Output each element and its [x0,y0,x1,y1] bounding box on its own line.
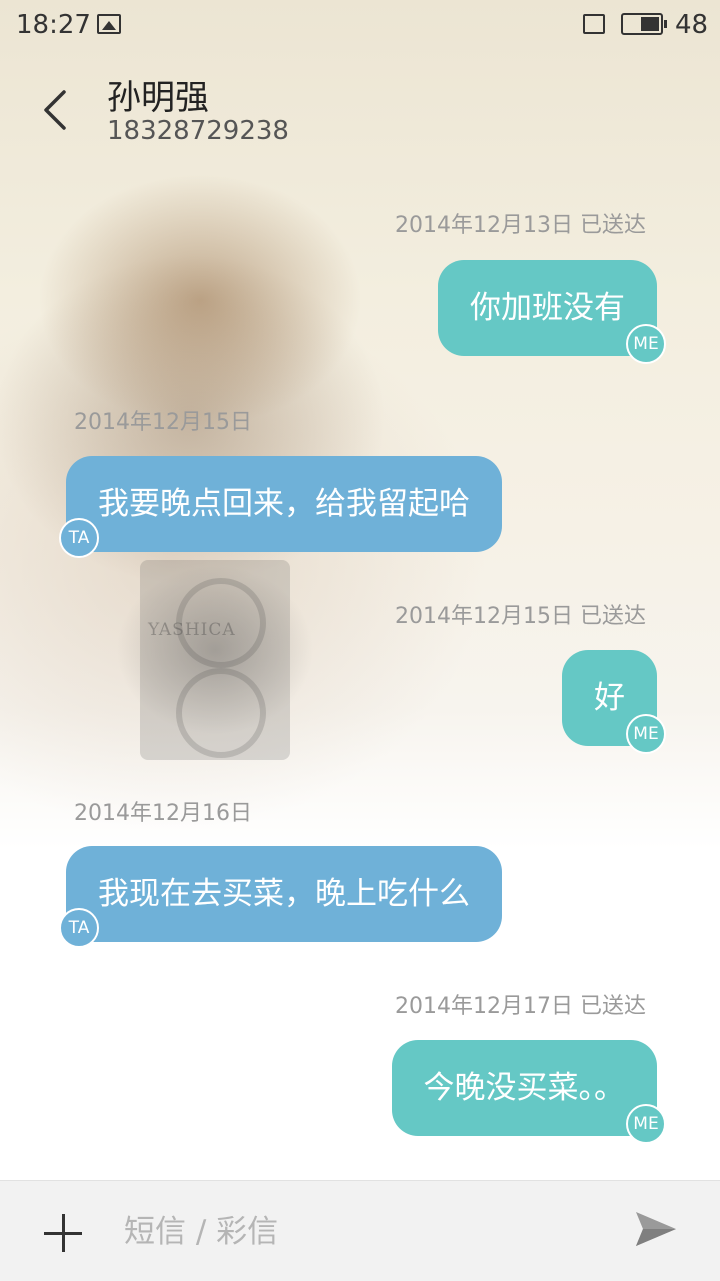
message-meta: 2014年12月17日 已送达 [395,994,646,1019]
message-bubble-sent[interactable]: 今晚没买菜。。 [391,1040,657,1136]
avatar-me[interactable]: ME [626,1104,666,1144]
compose-bar [0,1180,720,1281]
camera-illustration: YASHICA [140,560,290,760]
message-meta: 2014年12月15日 已送达 [395,604,646,629]
plus-icon[interactable] [44,1214,82,1252]
status-time: 18:27 [16,10,91,40]
message-meta: 2014年12月15日 [74,410,252,435]
message-bubble-received[interactable]: 我要晚点回来，给我留起哈 [66,456,502,552]
avatar-ta[interactable]: TA [59,908,99,948]
avatar-me[interactable]: ME [626,714,666,754]
message-input[interactable] [122,1203,596,1261]
message-bubble-received[interactable]: 我现在去买菜，晚上吃什么 [66,846,502,942]
contact-name: 孙明强 [107,78,209,118]
back-button[interactable] [38,88,78,132]
status-bar: 18:27 48 [0,0,720,52]
avatar-me[interactable]: ME [626,324,666,364]
avatar-ta[interactable]: TA [59,518,99,558]
contact-number: 18328729238 [107,116,289,146]
message-meta: 2014年12月13日 已送达 [395,213,646,238]
send-button[interactable] [633,1206,679,1252]
battery-icon [621,13,667,35]
camera-brand: YASHICA [148,620,236,640]
message-bubble-sent[interactable]: 你加班没有 [438,260,657,356]
send-icon [636,1212,676,1246]
sim-card-icon [583,14,605,34]
chevron-left-icon [44,90,66,130]
battery-percent: 48 [675,10,709,40]
message-meta: 2014年12月16日 [74,801,252,826]
picture-icon [97,14,121,34]
